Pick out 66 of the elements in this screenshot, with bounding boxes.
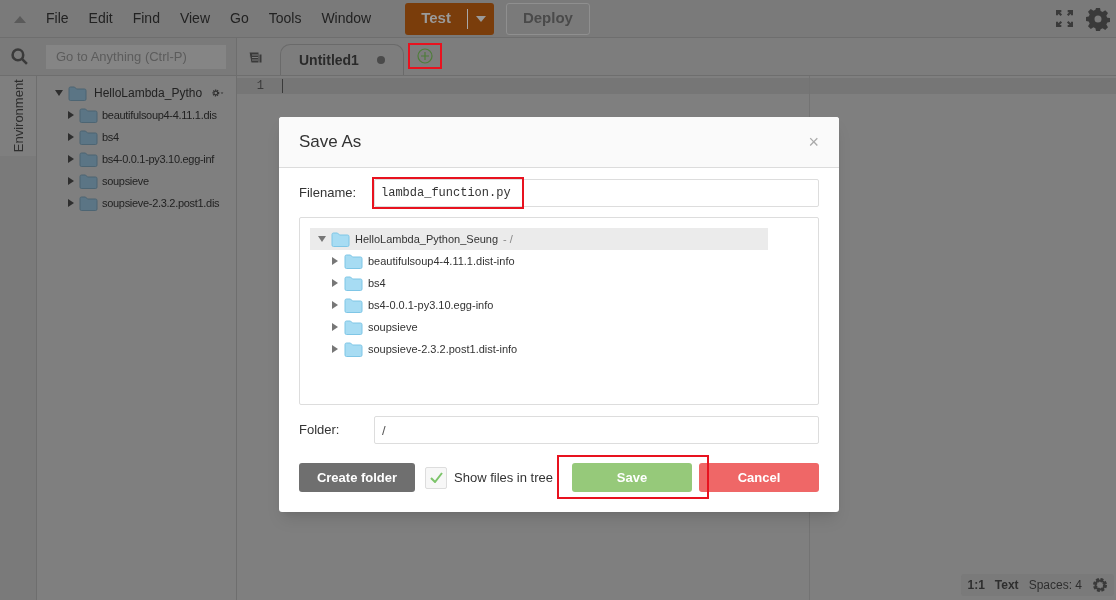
collapsed-caret-icon[interactable]: [67, 177, 75, 185]
folder-icon: [79, 129, 98, 145]
save-button[interactable]: Save: [572, 463, 692, 492]
tree-item[interactable]: soupsieve: [310, 316, 422, 338]
tree-item[interactable]: bs4: [37, 126, 119, 148]
tree-item[interactable]: soupsieve: [37, 170, 149, 192]
tree-item[interactable]: soupsieve-2.3.2.post1.dis: [37, 192, 220, 214]
collapsed-caret-icon[interactable]: [331, 257, 339, 265]
collapsed-caret-icon[interactable]: [67, 199, 75, 207]
folder-label: Folder:: [299, 421, 341, 440]
menu-item[interactable]: View: [169, 8, 220, 29]
expanded-caret-icon[interactable]: [55, 89, 63, 97]
menu-item[interactable]: Go: [220, 8, 259, 29]
checkbox[interactable]: [425, 466, 447, 489]
folder-icon: [331, 231, 350, 247]
tree-item[interactable]: soupsieve-2.3.2.post1.dist-info: [310, 338, 522, 360]
tree-item[interactable]: HelloLambda_Pytho: [37, 82, 236, 104]
filename-label: Filename:: [299, 184, 358, 203]
folder-icon: [344, 253, 363, 269]
tree-item[interactable]: beautifulsoup4-4.11.1.dist-info: [310, 250, 519, 272]
show-files-checkbox[interactable]: Show files in tree: [425, 466, 553, 489]
folder-icon: [79, 195, 98, 211]
collapsed-caret-icon[interactable]: [331, 323, 339, 331]
menu-item[interactable]: Window: [311, 8, 382, 29]
editor-tab[interactable]: Untitled1: [280, 44, 404, 75]
collapsed-caret-icon[interactable]: [67, 133, 75, 141]
cancel-button[interactable]: Cancel: [699, 463, 819, 492]
folder-icon: [79, 173, 98, 189]
environment-tab[interactable]: Environment: [0, 76, 36, 156]
folder-icon: [344, 275, 363, 291]
status-item[interactable]: Text: [994, 576, 1019, 594]
line-number: 1: [255, 78, 264, 94]
dialog-title: Save As: [299, 131, 362, 154]
menu-item[interactable]: File: [36, 8, 79, 29]
check-icon: [429, 472, 443, 483]
tree-item[interactable]: bs4-0.0.1-py3.10.egg-inf: [37, 148, 215, 170]
tree-item[interactable]: bs4-0.0.1-py3.10.egg-info: [310, 294, 498, 316]
fullscreen-icon[interactable]: [1056, 10, 1073, 27]
folder-field[interactable]: /: [374, 416, 819, 444]
collapsed-caret-icon[interactable]: [331, 345, 339, 353]
folder-icon: [344, 341, 363, 357]
menu-item[interactable]: Tools: [258, 8, 312, 29]
status-item[interactable]: 1:1: [967, 576, 985, 594]
expanded-caret-icon[interactable]: [318, 235, 326, 243]
folder-icon: [344, 319, 363, 335]
file-list-icon[interactable]: [249, 52, 262, 63]
folder-icon: [79, 151, 98, 167]
folder-icon: [344, 297, 363, 313]
folder-icon: [79, 107, 98, 123]
collapsed-caret-icon[interactable]: [67, 111, 75, 119]
close-button[interactable]: ×: [808, 128, 819, 156]
collapsed-caret-icon[interactable]: [67, 155, 75, 163]
tree-item[interactable]: bs4: [310, 272, 390, 294]
status-item[interactable]: Spaces: 4: [1028, 576, 1082, 594]
folder-icon: [68, 85, 87, 101]
tree-item[interactable]: beautifulsoup4-4.11.1.dis: [37, 104, 217, 126]
create-folder-button[interactable]: Create folder: [299, 463, 415, 492]
add-icon: [417, 48, 433, 64]
tree-item[interactable]: HelloLambda_Python_Seung - /: [310, 228, 768, 250]
path-label: - /: [503, 231, 513, 247]
collapsed-caret-icon[interactable]: [331, 279, 339, 287]
search-icon[interactable]: [11, 48, 28, 65]
menu-item[interactable]: Edit: [78, 8, 123, 29]
filename-field[interactable]: lambda_function.py: [374, 179, 819, 207]
collapsed-caret-icon[interactable]: [331, 301, 339, 309]
menu-item[interactable]: Find: [122, 8, 170, 29]
